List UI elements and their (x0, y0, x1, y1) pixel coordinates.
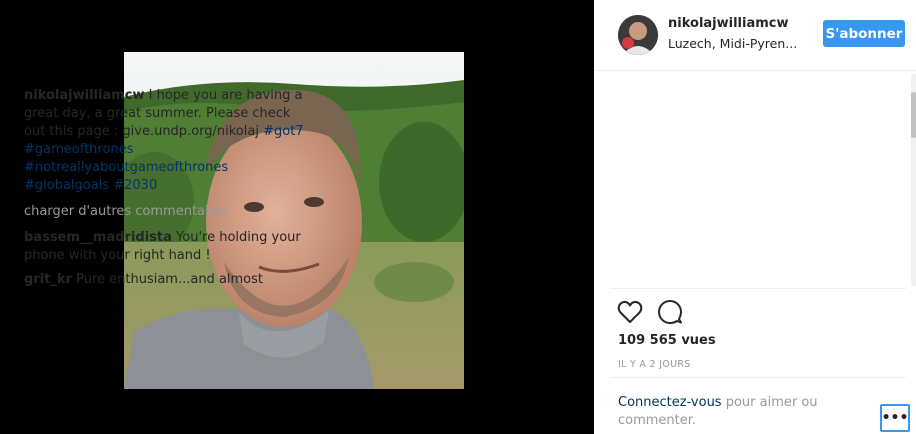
like-button[interactable] (617, 300, 643, 324)
hashtag-link[interactable]: #globalgoals (24, 178, 109, 193)
post-header: nikolajwilliamcw Luzech, Midi-Pyren... S… (594, 0, 916, 71)
follow-button[interactable]: S'abonner (823, 20, 905, 47)
avatar[interactable] (618, 15, 658, 55)
more-options-button[interactable]: ••• (880, 404, 910, 432)
comment-username[interactable]: bassem__madridista (24, 230, 172, 245)
hashtag-link[interactable]: #2030 (113, 178, 157, 193)
comment-item: grit_kr Pure enthusiam...and almost (24, 271, 304, 288)
comments-list[interactable]: nikolajwilliamcw I hope you are having a… (24, 87, 304, 288)
view-count: 109 565 vues (618, 333, 716, 348)
post-timestamp[interactable]: IL Y A 2 JOURS (618, 359, 691, 370)
comment-text: Pure enthusiam...and almost (71, 272, 264, 287)
post-location[interactable]: Luzech, Midi-Pyren... (668, 36, 797, 51)
heart-icon (617, 300, 643, 323)
comment-button[interactable] (657, 299, 683, 325)
avatar-image (618, 15, 658, 55)
comment-item: bassem__madridista You're holding your p… (24, 229, 304, 265)
divider (610, 377, 906, 378)
comment-icon (658, 300, 682, 324)
hashtag-link[interactable]: #gameofthrones (24, 142, 133, 157)
hashtag-link[interactable]: #notreallyaboutgameofthrones (24, 160, 228, 175)
comment-username[interactable]: grit_kr (24, 272, 72, 287)
caption-username[interactable]: nikolajwilliamcw (24, 88, 145, 103)
hashtag-link[interactable]: #got7 (263, 124, 303, 139)
more-options-icon: ••• (881, 410, 909, 426)
post-username[interactable]: nikolajwilliamcw (668, 16, 789, 31)
caption: nikolajwilliamcw I hope you are having a… (24, 87, 304, 195)
login-link[interactable]: Connectez-vous (618, 395, 722, 410)
load-more-comments-link[interactable]: charger d'autres commentaires (24, 203, 304, 221)
comments-scrollbar-thumb[interactable] (911, 92, 916, 138)
divider (610, 288, 906, 289)
login-prompt: Connectez-vous pour aimer ou commenter. (618, 394, 848, 430)
